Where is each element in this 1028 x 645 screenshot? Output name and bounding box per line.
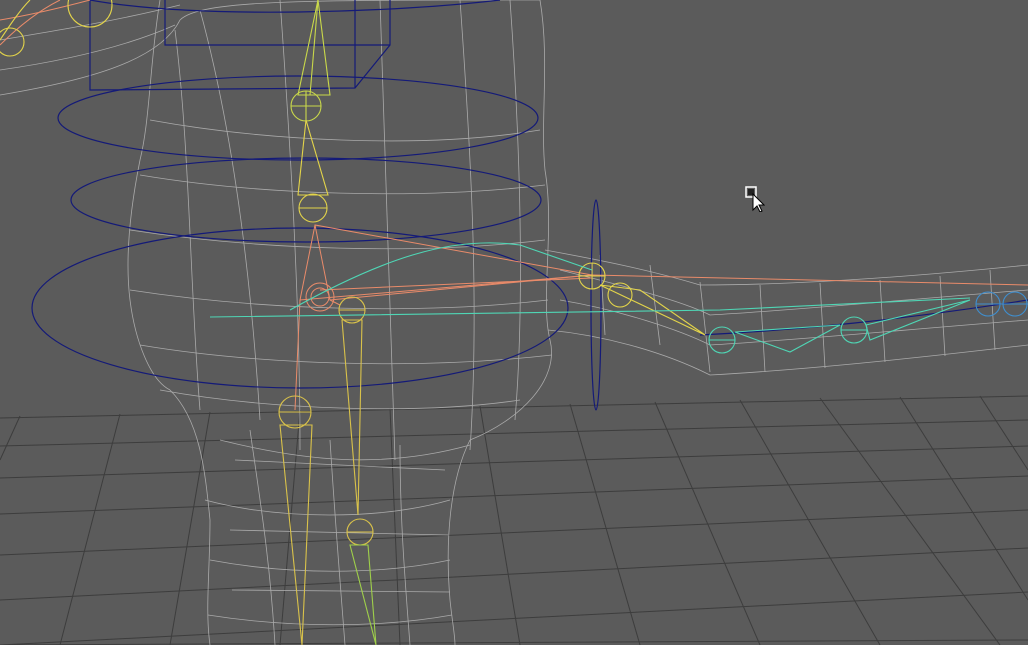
move-cursor-icon xyxy=(745,186,765,212)
shoulder-joint xyxy=(578,262,706,336)
ground-grid xyxy=(0,395,1028,645)
viewport-scene xyxy=(0,0,1028,645)
spine-chain xyxy=(290,0,331,122)
hand-bones xyxy=(975,291,1028,317)
foot-bones xyxy=(349,544,377,645)
leg-bones xyxy=(278,296,374,645)
3d-viewport[interactable] xyxy=(0,0,1028,645)
control-curves xyxy=(31,0,1028,411)
spine-lower xyxy=(0,0,329,223)
